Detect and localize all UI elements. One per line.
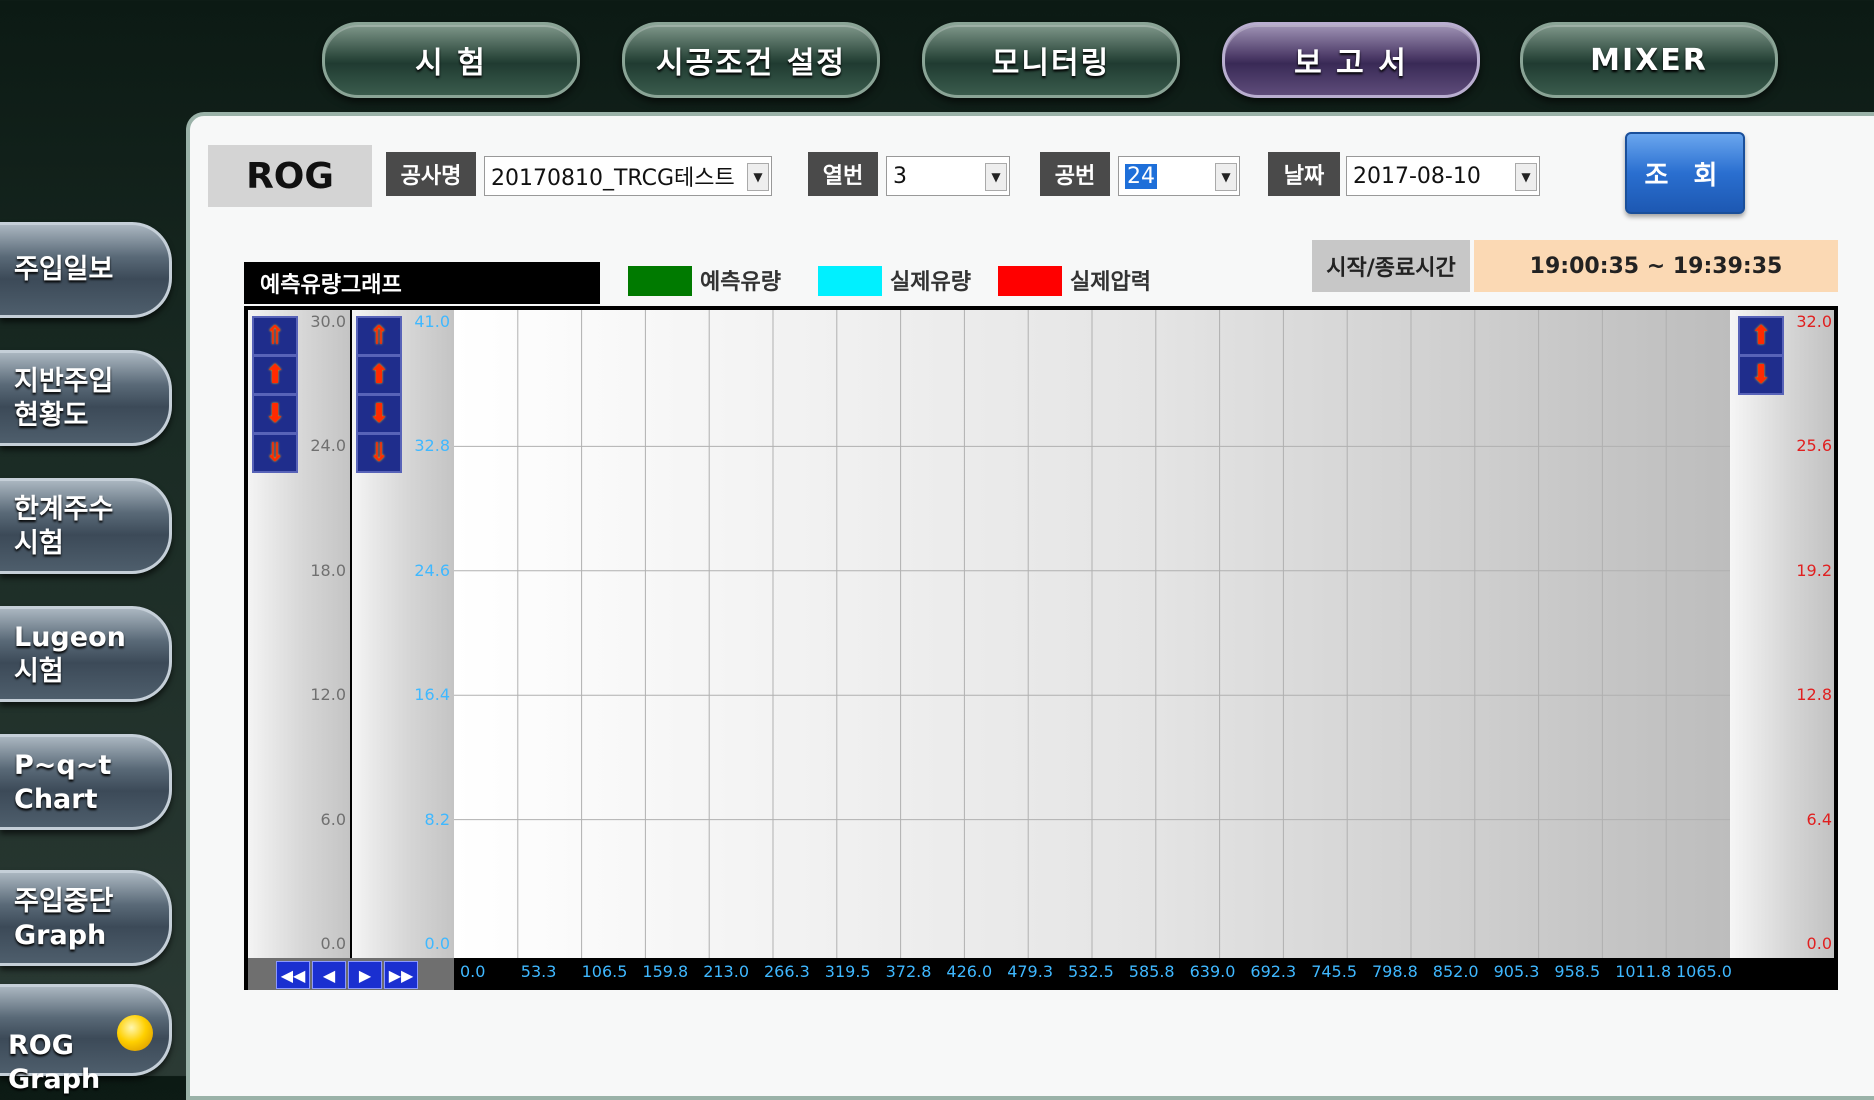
x-axis-tick-label: 479.3	[1007, 962, 1053, 981]
y-axis-left-1-tick-label: 18.0	[310, 560, 346, 580]
x-axis-tick-label: 159.8	[642, 962, 689, 981]
y-axis-left-1-tick-label: 0.0	[320, 934, 346, 953]
side-rog-graph-button[interactable]: ROG Graph	[0, 984, 172, 1095]
y-axis-left-1-tick-label: 24.0	[310, 436, 346, 456]
y-axis-right-tick-label: 25.6	[1796, 436, 1832, 456]
y-axis-right-tick-label: 19.2	[1796, 560, 1832, 580]
project-select[interactable]: 20170810_TRCG테스트 ▼	[484, 156, 772, 196]
y-axis-right-tick-label: 32.0	[1796, 312, 1832, 331]
x-axis-tick-label: 745.5	[1311, 962, 1357, 981]
x-axis-tick-label: 639.0	[1189, 962, 1236, 981]
x-axis-tick-label: 213.0	[703, 962, 749, 981]
nav-mixer-button[interactable]: MIXER	[1520, 22, 1778, 98]
axis2-scale-down-icon[interactable]: ⬇	[356, 394, 402, 434]
legend-swatch-actual-flow	[818, 266, 882, 296]
graph-title: 예측유량그래프	[244, 262, 600, 304]
project-label: 공사명	[386, 152, 476, 196]
hole-select[interactable]: 24 ▼	[1118, 156, 1240, 196]
x-axis-tick-label: 532.5	[1068, 962, 1114, 981]
legend-label-predicted-flow: 예측유량	[700, 270, 781, 295]
axis1-scale-down-icon[interactable]: ⬇	[252, 394, 298, 434]
nav-report-button[interactable]: 보 고 서	[1222, 22, 1480, 98]
x-axis-tick-label: 585.8	[1128, 962, 1175, 981]
y-axis-left-1-tick-label: 30.0	[310, 312, 346, 331]
side-injection-stop-graph-button[interactable]: 주입중단 Graph	[0, 870, 172, 966]
legend-swatch-predicted-flow	[628, 266, 692, 296]
x-axis-tick-label: 1011.8	[1615, 962, 1672, 981]
x-axis-tick-label: 106.5	[581, 962, 628, 981]
legend-swatch-actual-pressure	[998, 266, 1062, 296]
active-indicator-icon	[117, 1015, 153, 1051]
y-axis-left-2-tick-label: 16.4	[414, 685, 450, 705]
x-axis-tick-label: 958.5	[1554, 962, 1601, 981]
hole-value: 24	[1125, 163, 1157, 189]
x-axis-tick-label: 905.3	[1493, 962, 1540, 981]
nav-monitoring-button[interactable]: 모니터링	[922, 22, 1180, 98]
axis2-scale-up-fast-icon[interactable]: ⇑	[356, 316, 402, 356]
x-axis-tick-label: 798.8	[1372, 962, 1418, 981]
y-axis-right-tick-label: 6.4	[1806, 809, 1832, 829]
row-select[interactable]: 3 ▼	[886, 156, 1010, 196]
axis1-scale-up-icon[interactable]: ⬆	[252, 355, 298, 395]
y-axis-right: 32.0 25.6 19.2 12.8 6.4 0.0	[1730, 310, 1834, 958]
side-rog-graph-label: ROG Graph	[8, 1030, 101, 1095]
chevron-down-icon[interactable]: ▼	[1515, 163, 1537, 191]
axis3-scale-down-icon[interactable]: ⬇	[1738, 355, 1784, 395]
nav-construction-settings-button[interactable]: 시공조건 설정	[622, 22, 880, 98]
hole-label: 공번	[1040, 152, 1110, 196]
x-axis-tick-label: 0.0	[460, 962, 486, 981]
axis2-scale-down-fast-icon[interactable]: ⇓	[356, 433, 402, 473]
chevron-down-icon[interactable]: ▼	[747, 163, 769, 191]
x-axis-tick-label: 852.0	[1432, 962, 1479, 981]
nav-test-button[interactable]: 시 험	[322, 22, 580, 98]
x-axis: 0.0 53.3 106.5 159.8 213.0 266.3 319.5 372.8 426…	[454, 958, 1732, 990]
y-axis-left-2-tick-label: 32.8	[414, 436, 450, 456]
chevron-down-icon[interactable]: ▼	[1215, 163, 1237, 191]
side-pqt-chart-button[interactable]: P~q~t Chart	[0, 734, 172, 830]
side-ground-injection-status-button[interactable]: 지반주입 현황도	[0, 350, 172, 446]
fast-forward-icon[interactable]: ▶▶	[384, 961, 418, 989]
x-axis-tick-label: 426.0	[946, 962, 993, 981]
row-label: 열번	[808, 152, 878, 196]
date-label: 날짜	[1268, 152, 1340, 196]
y-axis-left-1-tick-label: 12.0	[310, 685, 346, 705]
chevron-down-icon[interactable]: ▼	[985, 163, 1007, 191]
axis1-scale-up-fast-icon[interactable]: ⇑	[252, 316, 298, 356]
date-select[interactable]: 2017-08-10 ▼	[1346, 156, 1540, 196]
top-navigation: 시 험 시공조건 설정 모니터링 보 고 서 MIXER	[0, 0, 1874, 110]
legend-label-actual-flow: 실제유량	[890, 270, 971, 295]
query-button[interactable]: 조 회	[1625, 132, 1745, 214]
rewind-icon[interactable]: ◀◀	[276, 961, 310, 989]
x-axis-tick-label: 53.3	[520, 962, 557, 981]
side-injection-daily-button[interactable]: 주입일보	[0, 222, 172, 318]
project-value: 20170810_TRCG테스트	[491, 166, 735, 191]
next-icon[interactable]: ▶	[348, 961, 382, 989]
legend-label-actual-pressure: 실제압력	[1070, 270, 1151, 295]
date-value: 2017-08-10	[1353, 163, 1481, 189]
y-axis-right-tick-label: 0.0	[1806, 934, 1832, 953]
y-axis-left-1-tick-label: 6.0	[320, 809, 346, 829]
axis1-scale-down-fast-icon[interactable]: ⇓	[252, 433, 298, 473]
prev-icon[interactable]: ◀	[312, 961, 346, 989]
plot-grid	[454, 310, 1730, 958]
y-axis-left-2-tick-label: 41.0	[414, 312, 450, 331]
start-end-time-label: 시작/종료시간	[1312, 240, 1470, 292]
axis2-scale-up-icon[interactable]: ⬆	[356, 355, 402, 395]
x-axis-tick-label: 266.3	[764, 962, 810, 981]
plot-area	[454, 310, 1730, 958]
row-value: 3	[893, 163, 907, 189]
side-lugeon-test-button[interactable]: Lugeon 시험	[0, 606, 172, 702]
axis3-scale-up-icon[interactable]: ⬆	[1738, 316, 1784, 356]
y-axis-left-2-tick-label: 8.2	[424, 809, 450, 829]
y-axis-right-tick-label: 12.8	[1796, 685, 1832, 705]
x-axis-tick-label: 692.3	[1250, 962, 1297, 981]
x-axis-tick-label: 372.8	[885, 962, 932, 981]
page-title: ROG	[208, 145, 372, 207]
x-axis-tick-label: 319.5	[824, 962, 871, 981]
start-end-time-value: 19:00:35 ~ 19:39:35	[1474, 240, 1838, 292]
side-limit-water-test-button[interactable]: 한계주수 시험	[0, 478, 172, 574]
y-axis-left-2-tick-label: 0.0	[424, 934, 450, 953]
y-axis-left-2-tick-label: 24.6	[414, 560, 450, 580]
x-axis-tick-label: 1065.0	[1676, 962, 1732, 981]
